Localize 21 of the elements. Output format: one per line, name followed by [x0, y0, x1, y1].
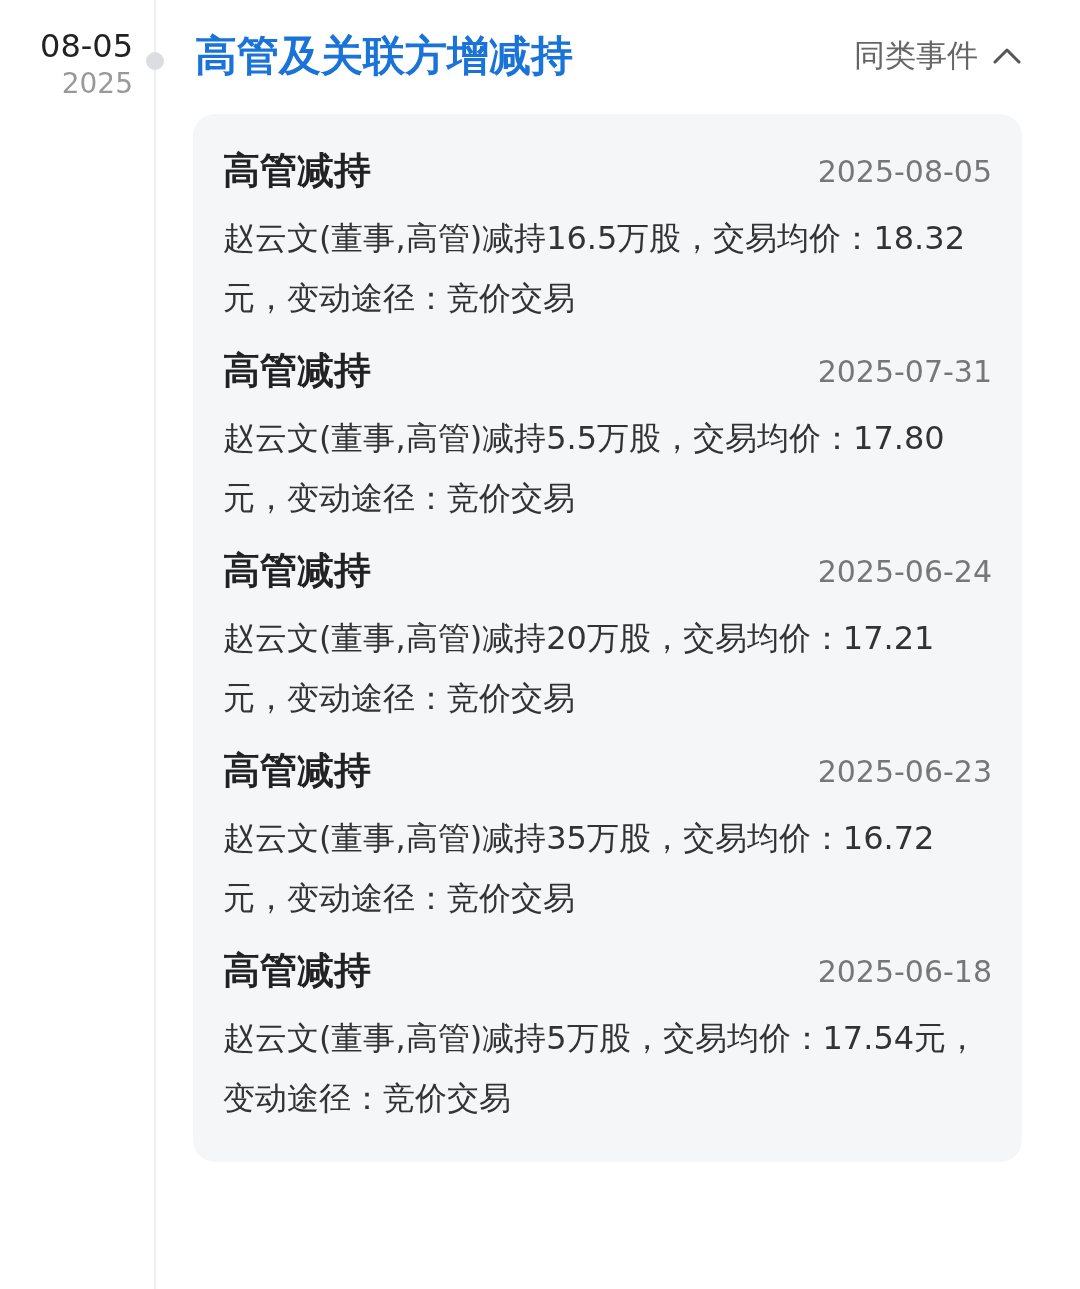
event-description: 赵云文(董事,高管)减持35万股，交易均价：16.72元，变动途径：竞价交易: [223, 818, 936, 919]
event-category-title: 高管及关联方增减持: [195, 30, 573, 82]
event-description: 赵云文(董事,高管)减持20万股，交易均价：17.21元，变动途径：竞价交易: [223, 618, 936, 719]
event-description: 赵云文(董事,高管)减持5万股，交易均价：17.54元，变动途径：竞价交易: [223, 1018, 980, 1119]
event-item-date: 2025-08-05: [817, 153, 992, 189]
timeline-dot: [146, 52, 164, 70]
similar-events-toggle[interactable]: 同类事件: [854, 35, 1022, 77]
event-description: 赵云文(董事,高管)减持16.5万股，交易均价：18.32元，变动途径：竞价交易: [223, 218, 966, 319]
event-title: 高管减持: [223, 948, 371, 994]
event-item-date: 2025-07-31: [817, 353, 992, 389]
event-title: 高管减持: [223, 148, 371, 194]
chevron-icon: [992, 46, 1022, 66]
event-description: 赵云文(董事,高管)减持5.5万股，交易均价：17.80元，变动途径：竞价交易: [223, 418, 946, 519]
event-date: 08-05: [40, 26, 133, 66]
event-title: 高管减持: [223, 348, 371, 394]
event-item-date: 2025-06-23: [817, 753, 992, 789]
event-item-date: 2025-06-18: [817, 953, 992, 989]
event-title: 高管减持: [223, 748, 371, 794]
event-year: 2025: [61, 66, 133, 102]
event-item-date: 2025-06-24: [817, 553, 992, 589]
event-title: 高管减持: [223, 548, 371, 594]
